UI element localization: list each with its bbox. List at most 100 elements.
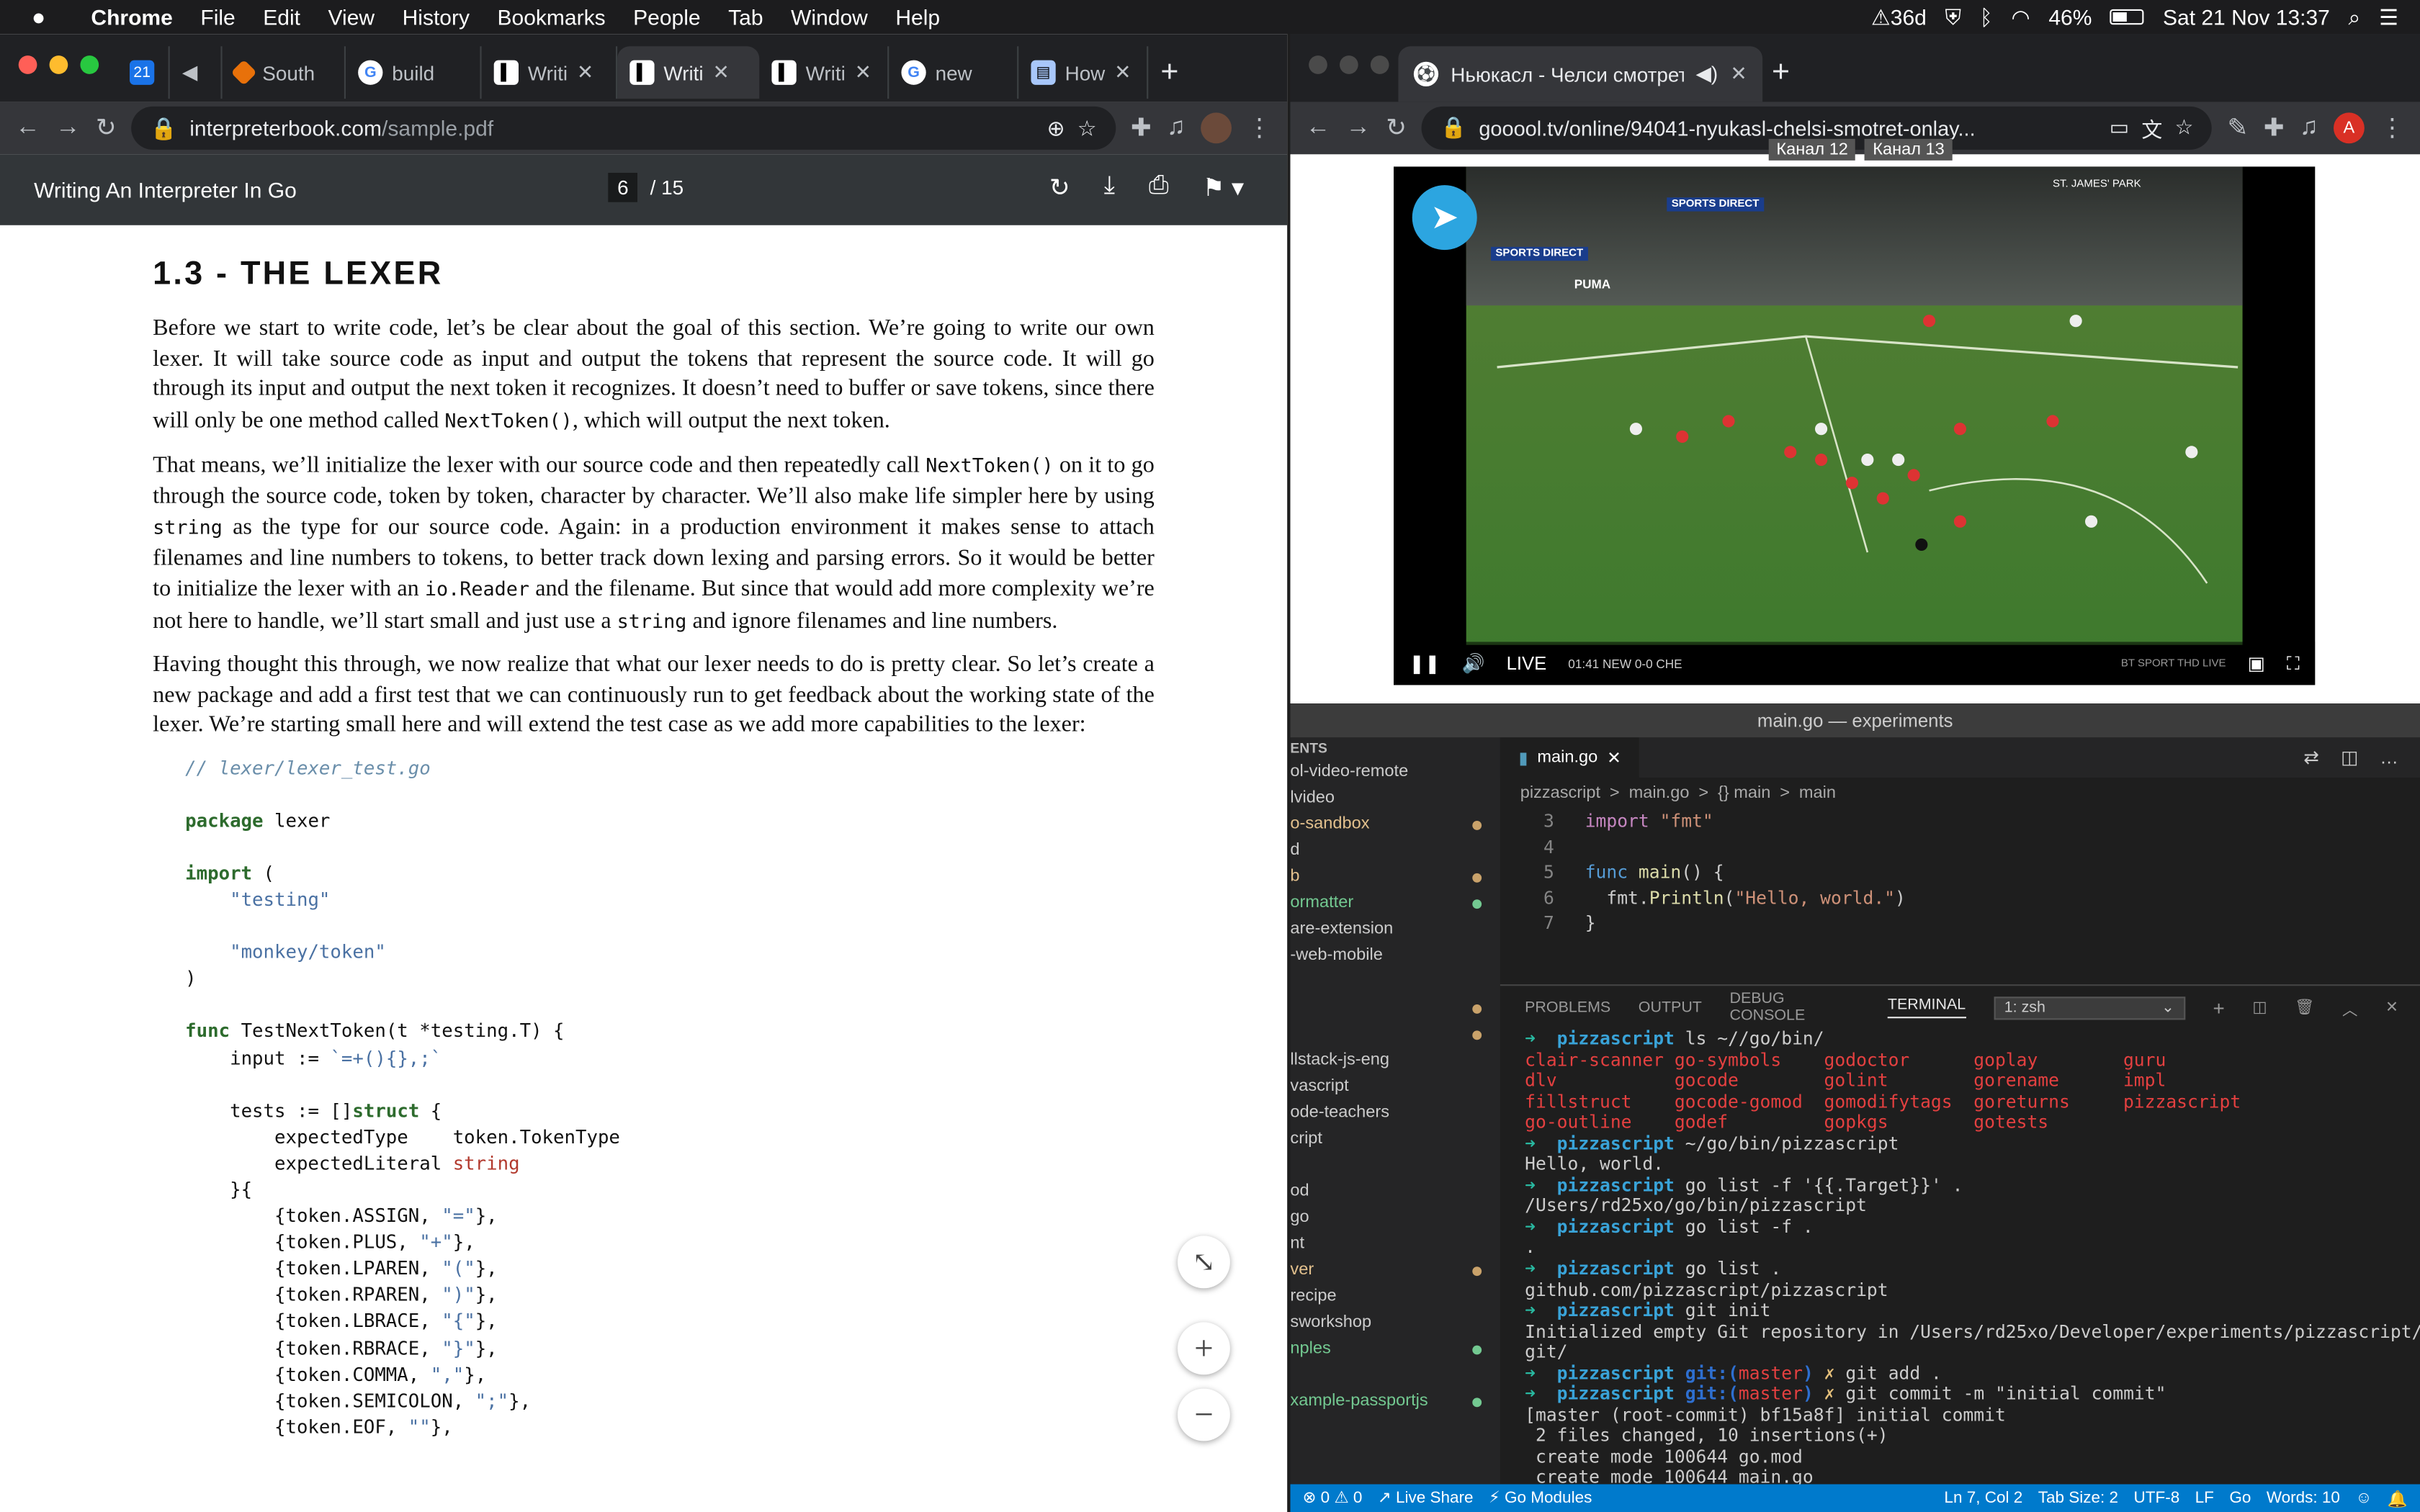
- translate-icon[interactable]: 文: [2141, 112, 2162, 143]
- extensions-icon[interactable]: ✚: [2264, 112, 2285, 143]
- wifi-icon[interactable]: ◠: [2011, 4, 2030, 30]
- zoom-window-button[interactable]: [1370, 55, 1389, 74]
- menu-window[interactable]: Window: [777, 4, 882, 29]
- go-modules-button[interactable]: ⚡ Go Modules: [1489, 1489, 1592, 1508]
- tab-output[interactable]: OUTPUT: [1639, 999, 1702, 1017]
- close-window-button[interactable]: [18, 55, 37, 74]
- back-icon[interactable]: ←: [15, 114, 40, 143]
- tab-match-stream[interactable]: ⚽ Ньюкасл - Челси смотрет ◀) ✕: [1398, 46, 1763, 102]
- fit-page-button[interactable]: ⤡: [1178, 1236, 1230, 1289]
- terminal-output[interactable]: ➜ pizzascript ls ~//go/bin/clair-scanner…: [1500, 1028, 2420, 1510]
- pause-icon[interactable]: ❚❚: [1409, 652, 1440, 674]
- reload-icon[interactable]: ↻: [1386, 112, 1407, 143]
- explorer-item[interactable]: ormatter: [1290, 890, 1500, 916]
- more-actions-icon[interactable]: …: [2380, 747, 2398, 768]
- explorer-item[interactable]: ode-teachers: [1290, 1100, 1500, 1126]
- cursor-position[interactable]: Ln 7, Col 2: [1944, 1489, 2022, 1508]
- split-terminal-icon[interactable]: ◫: [2252, 999, 2267, 1017]
- reload-icon[interactable]: ↻: [96, 112, 117, 143]
- tab-writing-3[interactable]: ▌ Writi ✕: [759, 46, 889, 99]
- zoom-out-button[interactable]: −: [1178, 1388, 1230, 1441]
- telegram-icon[interactable]: ➤: [1412, 185, 1477, 251]
- new-tab-button[interactable]: +: [1772, 55, 1790, 91]
- encoding[interactable]: UTF-8: [2133, 1489, 2179, 1508]
- notifications-icon[interactable]: 🔔: [2388, 1488, 2408, 1508]
- avatar[interactable]: [1201, 112, 1232, 144]
- bluetooth-icon[interactable]: ᛒ: [1980, 4, 1993, 29]
- explorer-item[interactable]: -web-mobile: [1290, 942, 1500, 968]
- compare-icon[interactable]: ⇄: [2303, 747, 2319, 768]
- menu-bookmarks[interactable]: Bookmarks: [483, 4, 619, 29]
- new-tab-button[interactable]: +: [1148, 46, 1204, 99]
- bookmark-star-icon[interactable]: ☆: [1077, 115, 1097, 141]
- back-icon[interactable]: ←: [1306, 114, 1330, 143]
- explorer-item[interactable]: are-extension: [1290, 917, 1500, 942]
- tab-terminal[interactable]: TERMINAL: [1887, 996, 1966, 1019]
- tab-problems[interactable]: PROBLEMS: [1525, 999, 1610, 1017]
- menu-app-name[interactable]: Chrome: [77, 4, 187, 29]
- page-number-input[interactable]: 6: [608, 173, 638, 202]
- menu-file[interactable]: File: [187, 4, 249, 29]
- bookmark-menu-icon[interactable]: ⚑ ▾: [1203, 173, 1244, 204]
- picture-in-picture-icon[interactable]: ▣: [2248, 652, 2265, 674]
- volume-icon[interactable]: 🔊: [1462, 652, 1485, 674]
- breadcrumb-file[interactable]: main.go: [1629, 784, 1690, 803]
- tab-new[interactable]: Gnew: [889, 46, 1019, 99]
- menu-edit[interactable]: Edit: [249, 4, 314, 29]
- add-terminal-icon[interactable]: +: [2213, 996, 2225, 1019]
- explorer-item[interactable]: lvideo: [1290, 786, 1500, 811]
- menu-history[interactable]: History: [388, 4, 483, 29]
- terminal-select[interactable]: 1: zsh ⌄: [1993, 996, 2185, 1020]
- close-tab-icon[interactable]: ✕: [577, 60, 593, 85]
- close-tab-icon[interactable]: ✕: [712, 60, 729, 85]
- breadcrumb-function[interactable]: main: [1799, 784, 1836, 803]
- apple-icon[interactable]: ●: [0, 4, 77, 30]
- video-player[interactable]: SPORTS DIRECT SPORTS DIRECT ST. JAMES' P…: [1393, 166, 2316, 685]
- tab-south[interactable]: South: [223, 46, 346, 99]
- explorer-item[interactable]: nples: [1290, 1336, 1500, 1362]
- download-icon[interactable]: ⤓: [1104, 173, 1115, 204]
- clock[interactable]: Sat 21 Nov 13:37: [2163, 4, 2330, 29]
- media-icon[interactable]: ♫: [1167, 114, 1186, 143]
- tab-writing-1[interactable]: ▌ Writi ✕: [482, 46, 618, 99]
- maximize-panel-icon[interactable]: ︿: [2342, 996, 2357, 1020]
- zoom-icon[interactable]: ⊕: [1047, 115, 1065, 141]
- more-menu-icon[interactable]: ⋮: [2380, 112, 2404, 143]
- address-bar[interactable]: 🔒 interpreterbook.com/sample.pdf ⊕ ☆: [132, 106, 1116, 150]
- more-menu-icon[interactable]: ⋮: [1247, 112, 1271, 143]
- explorer-item[interactable]: [1290, 1022, 1500, 1048]
- explorer-item[interactable]: o-sandbox: [1290, 811, 1500, 837]
- tab-writing-active[interactable]: ▌ Writi ✕: [617, 46, 760, 99]
- battery-percent[interactable]: 46%: [2048, 4, 2092, 29]
- explorer-item[interactable]: nt: [1290, 1231, 1500, 1257]
- close-tab-icon[interactable]: ✕: [1607, 747, 1621, 768]
- extensions-icon[interactable]: ✚: [1131, 112, 1152, 143]
- tab-debug-console[interactable]: DEBUG CONSOLE: [1729, 991, 1860, 1025]
- word-count[interactable]: Words: 10: [2267, 1489, 2340, 1508]
- code-editor[interactable]: 3 import "fmt" 4 5 func main() {6 fmt.Printl…: [1500, 809, 2420, 936]
- media-icon[interactable]: ♫: [2300, 114, 2318, 143]
- tab-how[interactable]: ▤ How ✕: [1018, 46, 1149, 99]
- explorer-item[interactable]: [1290, 1153, 1500, 1179]
- tab-size[interactable]: Tab Size: 2: [2038, 1489, 2118, 1508]
- tab-calendar[interactable]: 21: [117, 46, 170, 99]
- zoom-window-button[interactable]: [80, 55, 99, 74]
- language-mode[interactable]: Go: [2229, 1489, 2251, 1508]
- minimize-window-button[interactable]: [1340, 55, 1358, 74]
- weather-status[interactable]: ⚠36d: [1871, 4, 1927, 30]
- close-window-button[interactable]: [1309, 55, 1327, 74]
- spotlight-search-icon[interactable]: ⌕: [2349, 4, 2361, 30]
- menu-tab[interactable]: Tab: [714, 4, 777, 29]
- rotate-icon[interactable]: ↻: [1049, 173, 1070, 204]
- explorer-item[interactable]: recipe: [1290, 1284, 1500, 1310]
- bookmark-star-icon[interactable]: ☆: [2174, 116, 2193, 140]
- line-ending[interactable]: LF: [2195, 1489, 2214, 1508]
- feedback-icon[interactable]: ☺: [2355, 1489, 2372, 1508]
- forward-icon[interactable]: →: [1346, 114, 1371, 143]
- minimize-window-button[interactable]: [49, 55, 68, 74]
- close-tab-icon[interactable]: ✕: [855, 60, 871, 85]
- explorer-item[interactable]: d: [1290, 838, 1500, 864]
- menu-help[interactable]: Help: [882, 4, 954, 29]
- live-share-button[interactable]: ↗ Live Share: [1378, 1489, 1474, 1508]
- split-editor-icon[interactable]: ◫: [2341, 747, 2358, 768]
